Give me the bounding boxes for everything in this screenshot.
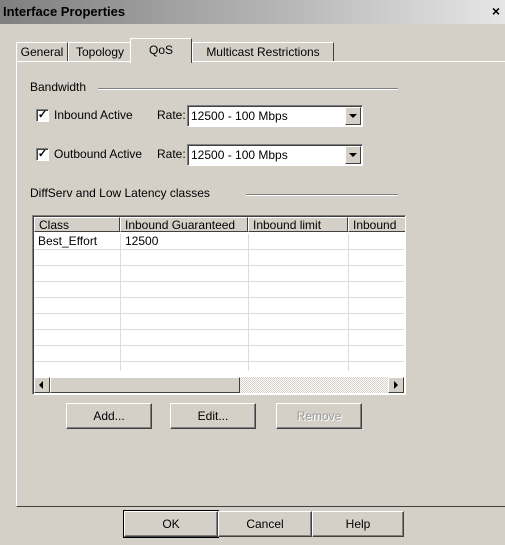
column-header-class[interactable]: Class — [34, 217, 120, 232]
tab-multicast-restrictions[interactable]: Multicast Restrictions — [192, 42, 334, 62]
column-header-inbound-label: Inbound — [353, 218, 397, 232]
diffserv-group-label: DiffServ and Low Latency classes — [30, 186, 210, 200]
column-header-inbound[interactable]: Inbound — [348, 217, 405, 232]
tab-topology[interactable]: Topology — [68, 42, 132, 62]
tab-qos[interactable]: QoS — [130, 38, 192, 63]
tab-multicast-restrictions-label: Multicast Restrictions — [206, 45, 320, 59]
table-header: Class Inbound Guaranteed Inbound limit I… — [34, 217, 405, 233]
tab-topology-label: Topology — [75, 45, 125, 59]
ok-button[interactable]: OK — [123, 510, 219, 538]
edit-button[interactable]: Edit... — [170, 403, 256, 429]
title-bar[interactable]: Interface Properties × — [0, 0, 505, 24]
grid-line — [34, 265, 404, 266]
column-header-inbound-limit-label: Inbound limit — [253, 218, 322, 232]
column-header-class-label: Class — [39, 218, 70, 232]
help-button[interactable]: Help — [312, 511, 404, 537]
chevron-down-icon[interactable] — [345, 146, 361, 164]
add-button[interactable]: Add... — [66, 403, 152, 429]
tab-general[interactable]: General — [16, 42, 68, 62]
grid-line — [248, 234, 249, 371]
column-header-inbound-limit[interactable]: Inbound limit — [248, 217, 348, 232]
scroll-left-icon[interactable] — [34, 377, 50, 393]
grid-line — [34, 313, 404, 314]
grid-line — [348, 234, 349, 371]
tab-qos-label: QoS — [148, 43, 173, 57]
window-title: Interface Properties — [3, 4, 126, 19]
grid-line — [34, 345, 404, 346]
inbound-rate-value: 12500 - 100 Mbps — [191, 109, 288, 123]
close-icon[interactable]: × — [487, 2, 505, 20]
grid-line — [34, 281, 404, 282]
horizontal-scrollbar[interactable] — [34, 377, 404, 393]
scroll-right-icon[interactable] — [388, 377, 404, 393]
inbound-active-checkbox[interactable]: ✓ — [36, 109, 49, 122]
grid-line — [34, 297, 404, 298]
table-cell: 12500 — [125, 234, 159, 248]
column-header-inbound-guaranteed[interactable]: Inbound Guaranteed — [120, 217, 248, 232]
inbound-rate-select[interactable]: 12500 - 100 Mbps — [187, 105, 363, 127]
scrollbar-thumb[interactable] — [50, 377, 240, 393]
outbound-rate-select[interactable]: 12500 - 100 Mbps — [187, 144, 363, 166]
grid-line — [34, 361, 404, 362]
table-cell: Best_Effort — [38, 234, 98, 248]
grid-line — [120, 234, 121, 371]
chevron-down-icon[interactable] — [345, 107, 361, 125]
outbound-rate-label: Rate: — [157, 147, 186, 161]
grid-line — [34, 329, 404, 330]
column-header-inbound-guaranteed-label: Inbound Guaranteed — [125, 218, 236, 232]
outbound-active-label: Outbound Active — [54, 147, 143, 161]
inbound-rate-label: Rate: — [157, 108, 186, 122]
bandwidth-group-line — [98, 88, 398, 90]
interface-properties-dialog: Interface Properties × General Topology … — [0, 0, 505, 545]
classes-table[interactable]: Class Inbound Guaranteed Inbound limit I… — [32, 215, 406, 395]
cancel-button[interactable]: Cancel — [218, 511, 312, 537]
bandwidth-group-label: Bandwidth — [30, 80, 87, 94]
tab-general-label: General — [20, 45, 64, 59]
diffserv-group-line — [246, 194, 398, 196]
grid-line — [34, 249, 404, 250]
outbound-rate-value: 12500 - 100 Mbps — [191, 148, 288, 162]
remove-button[interactable]: Remove — [276, 403, 362, 429]
inbound-active-label: Inbound Active — [54, 108, 133, 122]
outbound-active-checkbox[interactable]: ✓ — [36, 148, 49, 161]
